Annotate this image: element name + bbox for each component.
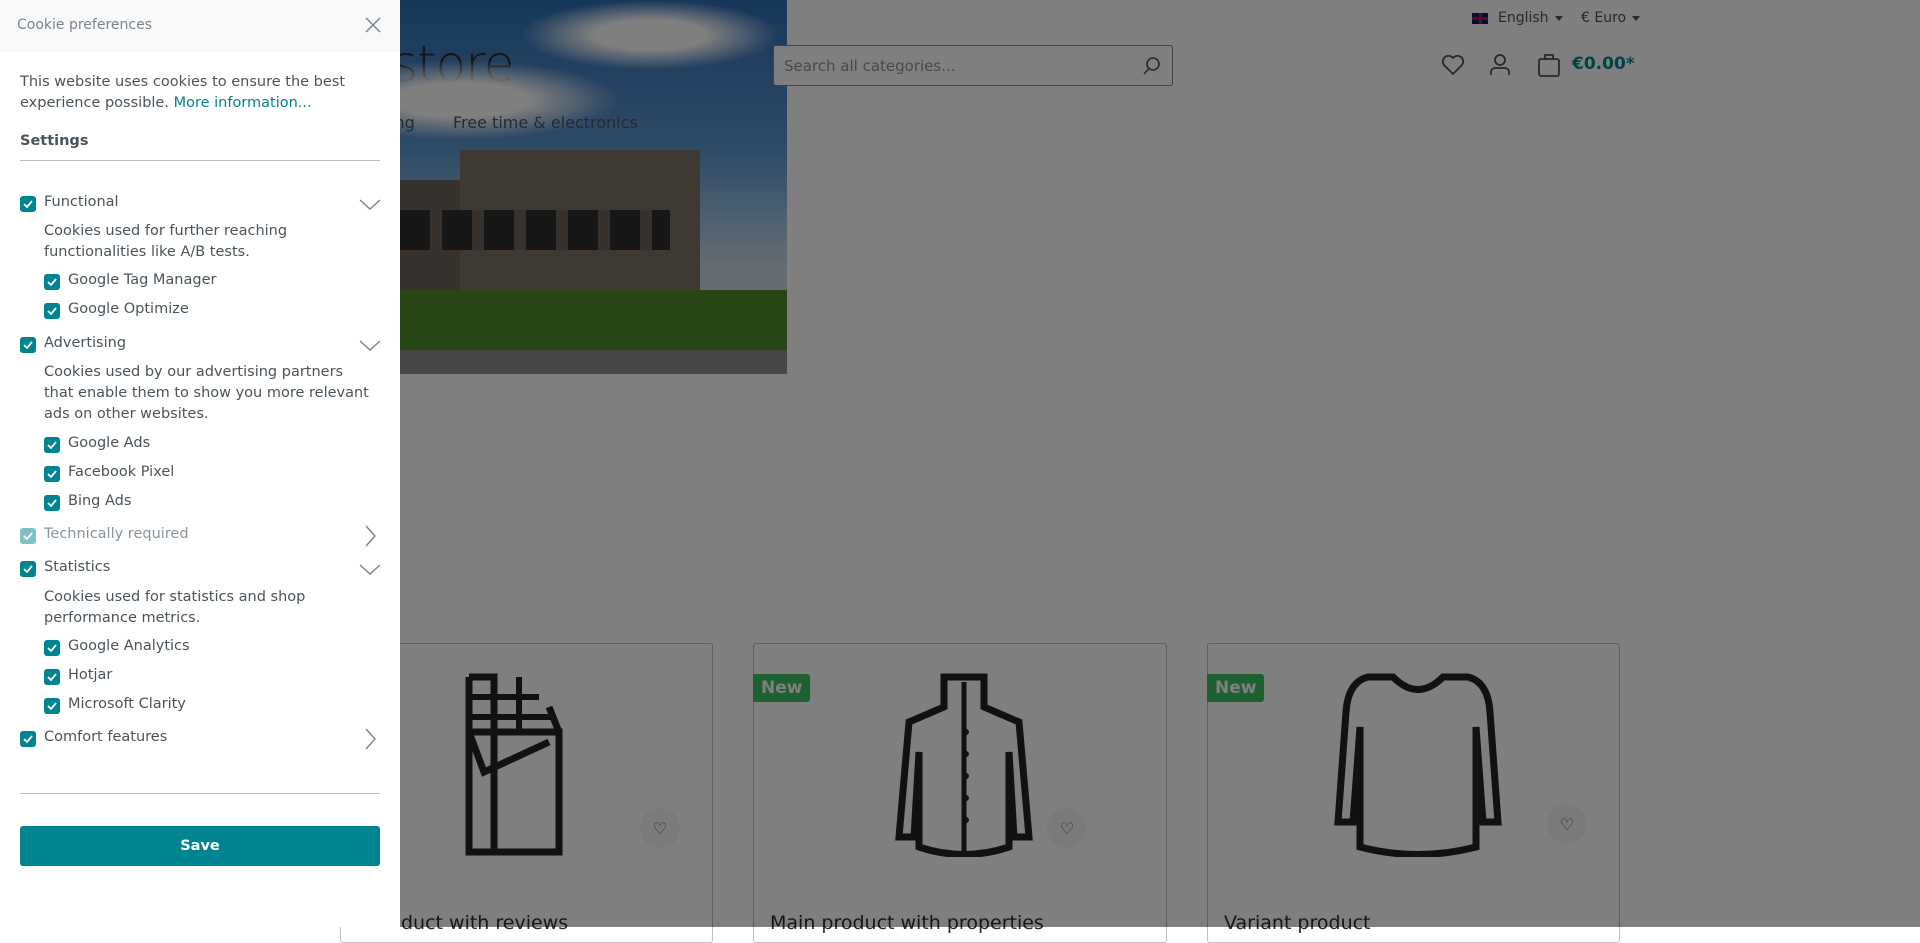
cookie-label[interactable]: Google Ads [68, 435, 150, 451]
panel-header: Cookie preferences [0, 0, 400, 52]
group-description: Cookies used for further reaching functi… [44, 223, 288, 260]
check-icon [47, 499, 57, 507]
currency-selector[interactable]: € Euro [1581, 10, 1641, 26]
group-label[interactable]: Functional [44, 194, 119, 210]
save-button[interactable]: Save [20, 826, 380, 866]
check-icon [23, 735, 33, 743]
uk-flag-icon [1472, 12, 1488, 24]
divider [20, 793, 380, 794]
cookie-checkbox[interactable] [44, 274, 60, 290]
check-icon [47, 278, 57, 286]
new-badge: New [753, 674, 811, 702]
check-icon [23, 565, 33, 573]
cookie-checkbox[interactable] [44, 437, 60, 453]
caret-down-icon [1554, 15, 1563, 21]
check-icon [47, 307, 57, 315]
group-checkbox[interactable] [20, 561, 36, 577]
product-card[interactable]: New ♡ Main product with properties [753, 643, 1167, 943]
product-title[interactable]: Main product with properties [770, 912, 1044, 934]
check-icon [23, 200, 33, 208]
cookie-checkbox[interactable] [44, 495, 60, 511]
search-input[interactable]: Search all categories... [773, 45, 1173, 86]
product-title[interactable]: Variant product [1224, 912, 1371, 934]
group-description: Cookies used by our advertising partners… [44, 364, 369, 422]
check-icon [47, 673, 57, 681]
check-icon [47, 470, 57, 478]
settings-heading: Settings [20, 133, 89, 149]
cart-bag-icon[interactable] [1537, 53, 1561, 78]
cookie-checkbox[interactable] [44, 698, 60, 714]
product-title[interactable]: duct with reviews [401, 912, 568, 934]
cookie-checkbox[interactable] [44, 640, 60, 656]
account-icon[interactable] [1489, 53, 1511, 77]
chevron-down-icon[interactable] [358, 333, 382, 357]
group-label[interactable]: Technically required [44, 526, 189, 542]
currency-label: € Euro [1581, 10, 1627, 26]
cookie-label[interactable]: Microsoft Clarity [68, 696, 186, 712]
cookie-label[interactable]: Google Tag Manager [68, 272, 216, 288]
product-card[interactable]: New ♡ Variant product [1207, 643, 1620, 943]
cookie-checkbox[interactable] [44, 669, 60, 685]
cookie-preferences-panel: Cookie preferences This website uses coo… [0, 0, 400, 927]
group-label[interactable]: Statistics [44, 559, 110, 575]
chevron-down-icon[interactable] [358, 557, 382, 581]
check-icon [23, 532, 33, 540]
panel-title: Cookie preferences [17, 17, 152, 33]
language-selector[interactable]: English [1472, 10, 1563, 26]
chocolate-icon [465, 673, 563, 856]
sweater-icon [1334, 673, 1502, 857]
close-icon[interactable] [364, 16, 382, 34]
cookie-label[interactable]: Bing Ads [68, 493, 131, 509]
check-icon [47, 702, 57, 710]
check-icon [47, 441, 57, 449]
nav-item-free-time-electronics[interactable]: Free time & electronics [453, 112, 638, 134]
heart-icon: ♡ [1559, 814, 1575, 834]
cookie-checkbox[interactable] [44, 466, 60, 482]
heart-icon: ♡ [1059, 818, 1075, 838]
heart-icon: ♡ [652, 818, 668, 838]
new-badge: New [1207, 674, 1265, 702]
cookie-label[interactable]: Facebook Pixel [68, 464, 174, 480]
check-icon [23, 341, 33, 349]
wishlist-button[interactable]: ♡ [1547, 804, 1587, 844]
search-placeholder: Search all categories... [784, 57, 956, 75]
language-label: English [1498, 10, 1549, 26]
cookie-checkbox[interactable] [44, 303, 60, 319]
cookie-label[interactable]: Google Analytics [68, 638, 190, 654]
group-label[interactable]: Advertising [44, 335, 126, 351]
group-label[interactable]: Comfort features [44, 729, 167, 745]
more-information-link[interactable]: More information... [174, 95, 312, 111]
jacket-icon [895, 673, 1033, 857]
check-icon [47, 644, 57, 652]
chevron-right-icon[interactable] [358, 524, 382, 548]
cookie-label[interactable]: Hotjar [68, 667, 112, 683]
group-description: Cookies used for statistics and shop per… [44, 589, 306, 626]
cookie-label[interactable]: Google Optimize [68, 301, 189, 317]
search-icon[interactable] [1142, 56, 1162, 76]
chevron-right-icon[interactable] [358, 727, 382, 751]
group-checkbox[interactable] [20, 196, 36, 212]
group-checkbox[interactable] [20, 731, 36, 747]
divider [20, 160, 380, 161]
chevron-down-icon[interactable] [358, 192, 382, 216]
intro-text: This website uses cookies to ensure the … [20, 72, 350, 114]
wishlist-button[interactable]: ♡ [640, 808, 680, 848]
group-checkbox[interactable] [20, 528, 36, 544]
wishlist-heart-icon[interactable] [1441, 54, 1465, 76]
cart-total[interactable]: €0.00* [1572, 54, 1635, 74]
caret-down-icon [1632, 15, 1641, 21]
group-checkbox[interactable] [20, 337, 36, 353]
wishlist-button[interactable]: ♡ [1047, 808, 1087, 848]
